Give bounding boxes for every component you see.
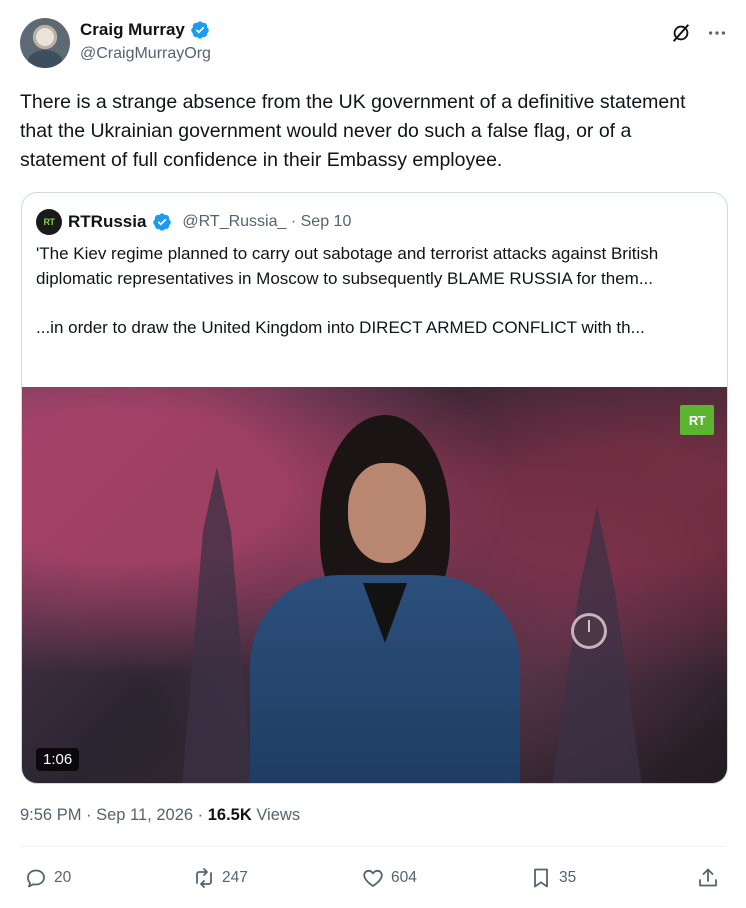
quoted-author-name: RTRussia <box>68 212 147 231</box>
views-count: 16.5K <box>207 806 252 824</box>
share-button[interactable] <box>696 866 720 890</box>
tweet-top-actions <box>670 22 728 44</box>
verified-icon <box>191 21 209 39</box>
tweet-timestamp[interactable]: 9:56 PM · Sep 11, 2026 · <box>20 806 208 824</box>
quoted-handle-date: @RT_Russia_ · Sep 10 <box>182 213 352 230</box>
more-icon[interactable] <box>706 22 728 44</box>
like-icon <box>363 869 383 887</box>
repost-button[interactable]: 247 <box>192 866 248 890</box>
quoted-avatar-logo: RT <box>43 217 56 227</box>
repost-count: 247 <box>222 869 248 886</box>
bookmark-icon <box>534 868 548 888</box>
divider <box>20 846 726 847</box>
quoted-tweet-text: 'The Kiev regime planned to carry out sa… <box>36 241 716 340</box>
rt-logo-text: RT <box>688 412 706 428</box>
author-handle[interactable]: @CraigMurrayOrg <box>80 45 211 63</box>
quoted-tweet[interactable]: RT RTRussia @RT_Russia_ · Sep 10 'The Ki… <box>21 192 728 784</box>
presenter-figure <box>250 415 520 783</box>
author-name-row: Craig Murray <box>80 20 210 40</box>
rt-logo-badge: RT <box>680 405 714 435</box>
repost-icon <box>196 868 212 888</box>
verified-icon <box>153 213 172 231</box>
reply-icon <box>27 869 45 888</box>
tweet-header: Craig Murray @CraigMurrayOrg <box>20 16 730 72</box>
video-duration: 1:06 <box>36 748 80 771</box>
presenter-face <box>348 463 426 563</box>
quoted-tweet-header: RT RTRussia @RT_Russia_ · Sep 10 <box>36 209 351 235</box>
share-icon <box>699 868 717 887</box>
tweet-text: There is a strange absence from the UK g… <box>20 91 686 171</box>
like-count: 604 <box>391 869 417 886</box>
reply-count: 20 <box>54 869 72 886</box>
action-bar: 20 247 604 35 <box>24 866 724 896</box>
quoted-avatar: RT <box>36 209 62 235</box>
video-player[interactable]: RT 1:06 <box>22 387 727 783</box>
avatar[interactable] <box>20 18 70 68</box>
bookmark-count: 35 <box>559 869 577 886</box>
author-name[interactable]: Craig Murray <box>80 20 185 40</box>
quoted-paragraph-1: 'The Kiev regime planned to carry out sa… <box>36 244 659 288</box>
tweet-meta: 9:56 PM · Sep 11, 2026 · 16.5K Views <box>20 806 300 825</box>
grok-icon[interactable] <box>670 22 692 44</box>
bookmark-button[interactable]: 35 <box>529 866 576 890</box>
reply-button[interactable]: 20 <box>24 866 71 890</box>
clock-face <box>571 613 607 649</box>
like-button[interactable]: 604 <box>361 866 417 890</box>
background-tower-left <box>182 467 252 783</box>
views-label: Views <box>251 806 301 824</box>
quoted-paragraph-2: ...in order to draw the United Kingdom i… <box>36 318 645 337</box>
